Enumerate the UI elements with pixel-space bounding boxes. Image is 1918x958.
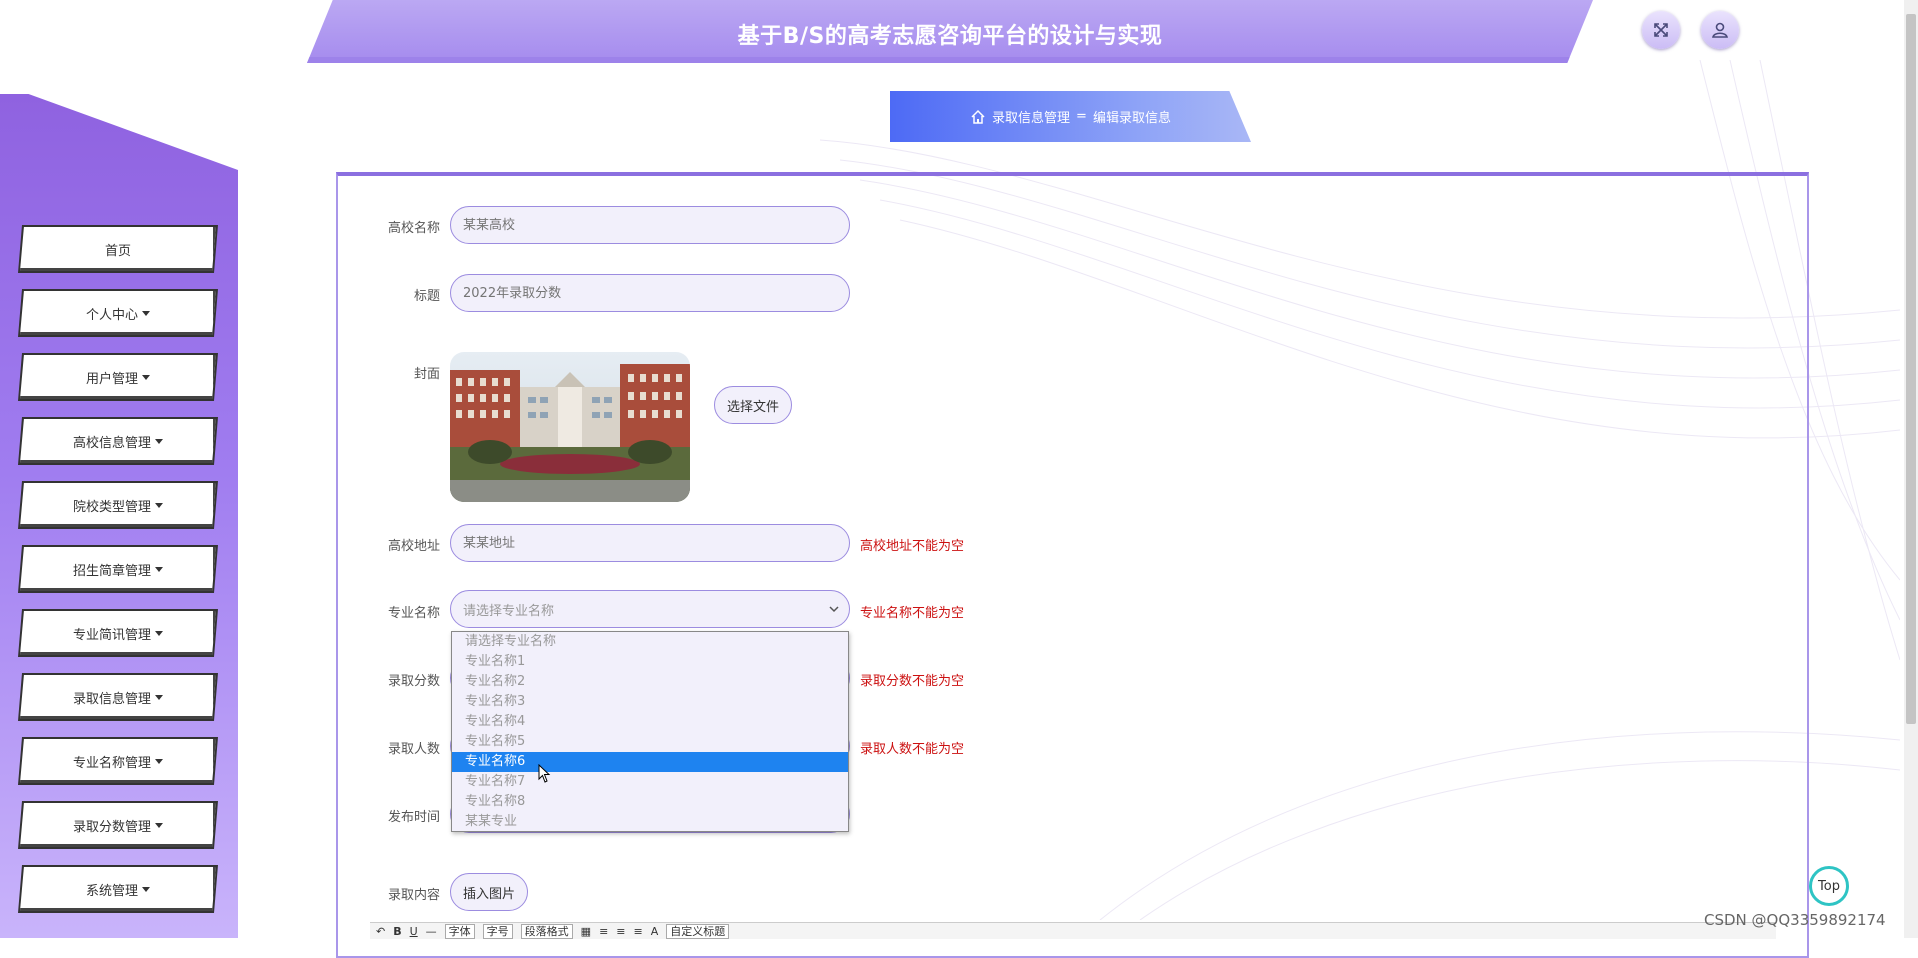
dropdown-option[interactable]: 专业名称2 — [452, 672, 848, 692]
dropdown-option[interactable]: 专业名称4 — [452, 712, 848, 732]
sidebar-item[interactable]: 高校信息管理 — [20, 419, 216, 463]
font-size-select[interactable]: 字号 — [482, 923, 513, 939]
scrollbar-thumb[interactable] — [1906, 14, 1916, 724]
bold-button[interactable]: B — [393, 925, 401, 938]
publish-time-label: 发布时间 — [387, 810, 440, 825]
align-center-icon[interactable]: ≡ — [616, 925, 625, 938]
content-label: 录取内容 — [387, 888, 440, 903]
caret-down-icon — [142, 886, 150, 892]
sidebar-item[interactable]: 录取分数管理 — [20, 803, 216, 847]
sidebar-item[interactable]: 招生简章管理 — [20, 547, 216, 591]
dropdown-option[interactable]: 专业名称8 — [452, 792, 848, 812]
sidebar-item[interactable]: 个人中心 — [20, 291, 216, 335]
school-name-label: 高校名称 — [387, 221, 440, 236]
undo-icon[interactable]: ↶ — [376, 925, 385, 938]
major-select-value: 请选择专业名称 — [463, 603, 555, 619]
address-input[interactable] — [450, 524, 850, 562]
underline-button[interactable]: U — [410, 925, 418, 938]
sidebar-item-label: 专业名称管理 — [72, 755, 151, 771]
fullscreen-icon — [1654, 23, 1668, 37]
caret-down-icon — [155, 630, 163, 636]
title-input[interactable] — [450, 274, 850, 312]
align-right-icon[interactable]: ≡ — [634, 925, 643, 938]
sidebar-item-label: 高校信息管理 — [72, 435, 151, 451]
sidebar-item-label: 招生简章管理 — [72, 563, 151, 579]
sidebar-item-label: 录取分数管理 — [72, 819, 151, 835]
watermark-text: CSDN @QQ3359892174 — [1704, 911, 1886, 929]
sidebar-item-label: 专业简讯管理 — [72, 627, 151, 643]
home-icon[interactable] — [970, 109, 986, 125]
major-select[interactable]: 请选择专业名称 — [450, 590, 850, 628]
breadcrumb: 录取信息管理 = 编辑录取信息 — [890, 91, 1251, 142]
cover-image — [450, 352, 690, 502]
dropdown-option[interactable]: 专业名称5 — [452, 732, 848, 752]
dropdown-option[interactable]: 专业名称3 — [452, 692, 848, 712]
font-family-select[interactable]: 字体 — [444, 923, 475, 939]
choose-file-button[interactable]: 选择文件 — [714, 386, 793, 424]
title-label: 标题 — [413, 289, 440, 304]
sidebar-item-label: 院校类型管理 — [72, 499, 151, 515]
user-menu-button[interactable] — [1701, 11, 1739, 49]
breadcrumb-page: 编辑录取信息 — [1092, 111, 1171, 126]
score-error: 录取分数不能为空 — [860, 674, 965, 689]
breadcrumb-section[interactable]: 录取信息管理 — [992, 107, 1070, 126]
app-title: 基于B/S的高考志愿咨询平台的设计与实现 — [737, 24, 1163, 49]
address-error: 高校地址不能为空 — [860, 539, 965, 554]
major-error: 专业名称不能为空 — [860, 606, 965, 621]
school-name-input[interactable] — [450, 206, 850, 244]
caret-down-icon — [142, 374, 150, 380]
insert-image-button[interactable]: 插入图片 — [450, 873, 529, 911]
address-label: 高校地址 — [387, 539, 440, 554]
mouse-cursor-icon — [538, 764, 551, 783]
sidebar-item-label: 首页 — [104, 243, 131, 259]
sidebar-item-label: 系统管理 — [85, 883, 138, 899]
dropdown-option[interactable]: 某某专业 — [452, 812, 848, 832]
major-label: 专业名称 — [387, 606, 440, 621]
align-left-icon[interactable]: ≡ — [599, 925, 608, 938]
caret-down-icon — [155, 438, 163, 444]
rich-text-toolbar: ↶ B U — 字体 字号 段落格式 ▦ ≡ ≡ ≡ A 自定义标题 — [370, 922, 1776, 939]
caret-down-icon — [155, 758, 163, 764]
sidebar-item[interactable]: 系统管理 — [20, 867, 216, 911]
score-label: 录取分数 — [387, 674, 440, 689]
major-dropdown: 请选择专业名称 专业名称1 专业名称2 专业名称3 专业名称4 专业名称5 专业名称6 专业名… — [451, 631, 849, 832]
custom-title-select[interactable]: 自定义标题 — [666, 923, 730, 939]
breadcrumb-separator: = — [1076, 109, 1087, 124]
sidebar-item-label: 个人中心 — [85, 307, 138, 323]
dropdown-option[interactable]: 专业名称1 — [452, 652, 848, 672]
sidebar-item-label: 用户管理 — [85, 371, 138, 387]
caret-down-icon — [155, 566, 163, 572]
cover-label: 封面 — [413, 367, 440, 382]
caret-down-icon — [142, 310, 150, 316]
table-icon[interactable]: ▦ — [581, 925, 591, 938]
horizontal-rule-icon[interactable]: — — [426, 925, 437, 938]
paragraph-format-select[interactable]: 段落格式 — [520, 923, 573, 939]
sidebar-item[interactable]: 首页 — [20, 227, 216, 271]
chevron-down-icon — [829, 606, 839, 613]
sidebar-item[interactable]: 专业名称管理 — [20, 739, 216, 783]
dropdown-option[interactable]: 专业名称7 — [452, 772, 848, 792]
font-color-button[interactable]: A — [651, 925, 659, 938]
dropdown-option[interactable]: 请选择专业名称 — [452, 632, 848, 652]
count-error: 录取人数不能为空 — [860, 742, 965, 757]
sidebar-item[interactable]: 用户管理 — [20, 355, 216, 399]
back-to-top-button[interactable]: Top — [1809, 866, 1849, 906]
caret-down-icon — [155, 822, 163, 828]
fullscreen-button[interactable] — [1642, 11, 1680, 49]
sidebar-item[interactable]: 专业简讯管理 — [20, 611, 216, 655]
dropdown-option[interactable]: 专业名称6 — [452, 752, 848, 772]
user-icon — [1712, 22, 1728, 38]
sidebar-item[interactable]: 院校类型管理 — [20, 483, 216, 527]
sidebar-item[interactable]: 录取信息管理 — [20, 675, 216, 719]
caret-down-icon — [155, 694, 163, 700]
caret-down-icon — [155, 502, 163, 508]
sidebar-item-label: 录取信息管理 — [72, 691, 151, 707]
count-label: 录取人数 — [387, 742, 440, 757]
